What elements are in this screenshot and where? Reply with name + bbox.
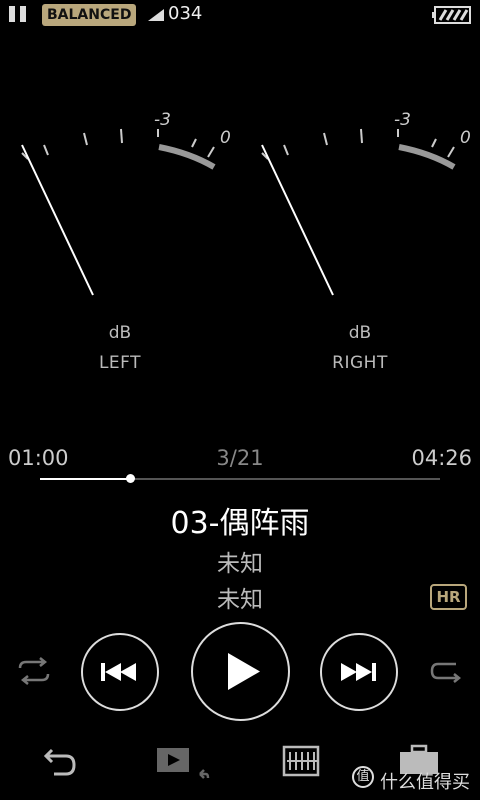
track-album: 未知 <box>217 587 263 613</box>
signal-icon <box>148 9 164 21</box>
track-number: 03- <box>170 506 220 541</box>
status-bar: BALANCED 034 <box>0 0 480 32</box>
play-button[interactable] <box>191 622 290 721</box>
meter-scale-zero: 0 <box>460 128 471 148</box>
meter-channel-label: RIGHT <box>332 353 388 373</box>
meter-scale-zero: 0 <box>220 128 231 148</box>
vu-meter-left: -3 0 dB LEFT <box>0 95 240 373</box>
vu-meter-left-dial: -3 0 <box>21 110 231 296</box>
previous-button[interactable] <box>81 633 159 711</box>
repeat-icon[interactable] <box>16 656 52 686</box>
play-icon <box>228 653 260 690</box>
output-mode-badge: BALANCED <box>42 4 137 26</box>
meter-channel-label: LEFT <box>98 353 142 373</box>
meter-needle <box>21 144 94 296</box>
hi-res-badge: HR <box>430 584 467 610</box>
meter-needle <box>261 144 334 296</box>
track-title: 03-偶阵雨 <box>0 498 480 542</box>
track-position: 3/21 <box>216 446 264 470</box>
total-time: 04:26 <box>411 446 472 470</box>
pause-icon[interactable] <box>8 6 30 26</box>
meter-unit-label: dB <box>108 323 132 343</box>
equalizer-icon[interactable] <box>282 744 320 778</box>
vu-meter-right: -3 0 dB RIGHT <box>240 95 480 373</box>
previous-icon <box>101 663 136 681</box>
watermark-text: 什么值得买 <box>380 772 470 793</box>
progress-bar[interactable] <box>40 474 440 483</box>
meter-scale-minus3: -3 <box>154 110 171 130</box>
meter-scale-minus3: -3 <box>394 110 411 130</box>
next-icon <box>341 663 376 681</box>
counter-value: 034 <box>168 3 203 24</box>
progress-knob[interactable] <box>126 474 136 483</box>
track-name: 偶阵雨 <box>219 506 310 541</box>
meter-unit-label: dB <box>348 323 372 343</box>
back-icon[interactable] <box>40 744 80 780</box>
progress-fill <box>40 478 131 480</box>
track-artist: 未知 <box>217 551 263 577</box>
watermark-logo: 值 <box>352 766 374 788</box>
video-return-icon[interactable] <box>156 744 210 784</box>
vu-meter-right-dial: -3 0 <box>261 110 471 296</box>
battery-icon <box>432 6 471 24</box>
shuffle-icon[interactable] <box>428 656 464 686</box>
next-button[interactable] <box>320 633 398 711</box>
